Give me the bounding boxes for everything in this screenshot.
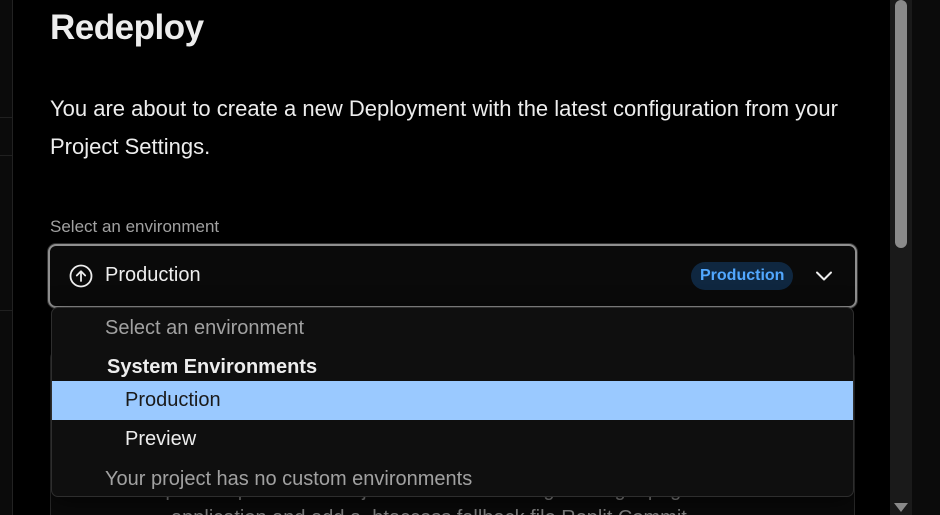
modal-description: You are about to create a new Deployment… bbox=[50, 96, 838, 159]
modal-title: Redeploy bbox=[50, 8, 204, 47]
page: Redeploy You are about to create a new D… bbox=[0, 0, 940, 515]
commit-message-line: application and add a .htaccess fallback… bbox=[171, 507, 687, 515]
option-label: Preview bbox=[125, 428, 197, 450]
environment-label: Select an environment bbox=[50, 217, 220, 236]
scrollbar-thumb[interactable] bbox=[895, 0, 907, 248]
backdrop-divider bbox=[0, 310, 12, 311]
option-label: Production bbox=[125, 389, 221, 411]
dropdown-note: Your project has no custom environments bbox=[105, 468, 473, 490]
scrollbar[interactable] bbox=[890, 0, 912, 515]
dropdown-placeholder: Select an environment bbox=[105, 317, 305, 339]
environment-select-value: Production bbox=[105, 264, 201, 286]
arrow-up-circle-icon bbox=[69, 264, 93, 288]
scroll-down-arrow-icon[interactable] bbox=[894, 503, 908, 512]
redeploy-modal: Redeploy You are about to create a new D… bbox=[12, 0, 892, 515]
backdrop-divider bbox=[0, 155, 12, 156]
option-production[interactable]: Production bbox=[52, 381, 853, 420]
environment-badge: Production bbox=[691, 262, 794, 290]
backdrop-divider bbox=[0, 117, 12, 118]
environment-select[interactable]: Production Production bbox=[48, 244, 857, 308]
option-preview[interactable]: Preview bbox=[52, 420, 853, 459]
chevron-down-icon[interactable] bbox=[814, 266, 834, 286]
dropdown-group-label: System Environments bbox=[107, 356, 318, 378]
backdrop-right bbox=[912, 0, 940, 515]
environment-dropdown: Select an environment System Environment… bbox=[51, 307, 854, 497]
